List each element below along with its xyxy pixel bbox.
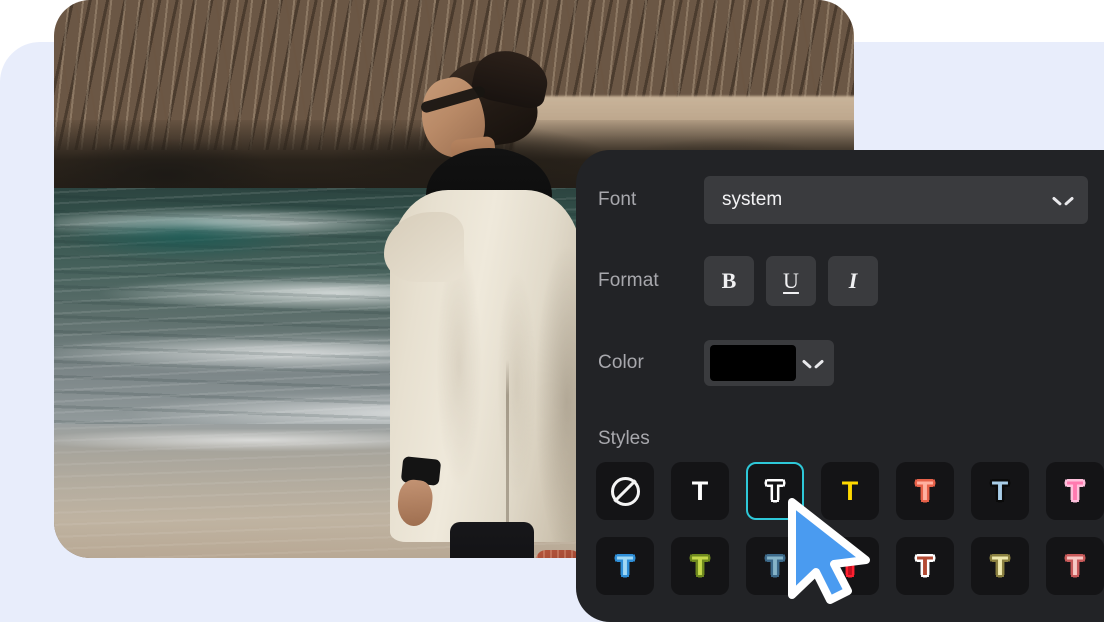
screenshot-stage: Font system Format B U I Color Styles T … — [0, 0, 1104, 622]
coat-vent-seam — [506, 360, 509, 536]
color-row: Color — [598, 340, 834, 386]
style-glyph: T — [691, 475, 709, 506]
style-glyph: T — [1066, 550, 1084, 581]
style-swatch-brick-white[interactable]: T — [896, 537, 954, 595]
font-row: Font system — [598, 176, 1088, 224]
style-swatch-olive-green[interactable]: T — [671, 537, 729, 595]
color-label: Color — [598, 352, 644, 373]
font-select-value: system — [722, 189, 783, 210]
style-swatch-none[interactable] — [596, 462, 654, 520]
style-swatch-pink-outline[interactable]: T — [1046, 462, 1104, 520]
chevron-down-icon — [1054, 195, 1072, 206]
style-glyph: T — [1066, 475, 1084, 506]
format-label: Format — [598, 270, 659, 291]
format-row: Format B U I — [598, 256, 878, 306]
coat-shoulder — [384, 212, 464, 282]
style-swatch-plain-white[interactable]: T — [671, 462, 729, 520]
style-swatch-blush-rose[interactable]: T — [1046, 537, 1104, 595]
style-swatch-skyblue-glow[interactable]: T — [596, 537, 654, 595]
style-swatch-yellow[interactable]: T — [821, 462, 879, 520]
person-figure — [354, 44, 614, 558]
style-glyph: T — [841, 475, 859, 506]
chevron-down-icon — [804, 358, 822, 369]
style-glyph: T — [916, 475, 934, 506]
style-glyph: T — [766, 475, 784, 506]
tidepool-layer — [54, 196, 384, 276]
style-swatch-steel-blue[interactable]: T — [746, 537, 804, 595]
trousers — [450, 522, 534, 558]
style-glyph: T — [691, 550, 709, 581]
styles-label: Styles — [598, 428, 650, 449]
style-glyph: T — [991, 550, 1009, 581]
italic-button[interactable]: I — [828, 256, 878, 306]
style-swatch-outline-white[interactable]: T — [746, 462, 804, 520]
style-swatch-red-neon[interactable]: T — [821, 537, 879, 595]
format-button-group: B U I — [704, 256, 878, 306]
style-glyph: T — [841, 550, 859, 581]
text-style-panel: Font system Format B U I Color Styles T … — [576, 150, 1104, 622]
style-glyph: T — [916, 550, 934, 581]
color-swatch[interactable] — [710, 345, 796, 381]
font-label: Font — [598, 189, 637, 210]
style-swatch-lightblue-shadow[interactable]: T — [971, 462, 1029, 520]
underline-button[interactable]: U — [766, 256, 816, 306]
bold-button[interactable]: B — [704, 256, 754, 306]
font-select[interactable]: system — [704, 176, 1088, 224]
style-swatch-salmon-outline[interactable]: T — [896, 462, 954, 520]
color-picker[interactable] — [704, 340, 834, 386]
style-glyph: T — [991, 475, 1009, 506]
style-glyph: T — [616, 550, 634, 581]
styles-grid: T T T T T T T T T T T T T — [596, 462, 1104, 595]
style-swatch-cream-olive[interactable]: T — [971, 537, 1029, 595]
no-style-icon — [610, 476, 640, 506]
style-glyph: T — [766, 550, 784, 581]
